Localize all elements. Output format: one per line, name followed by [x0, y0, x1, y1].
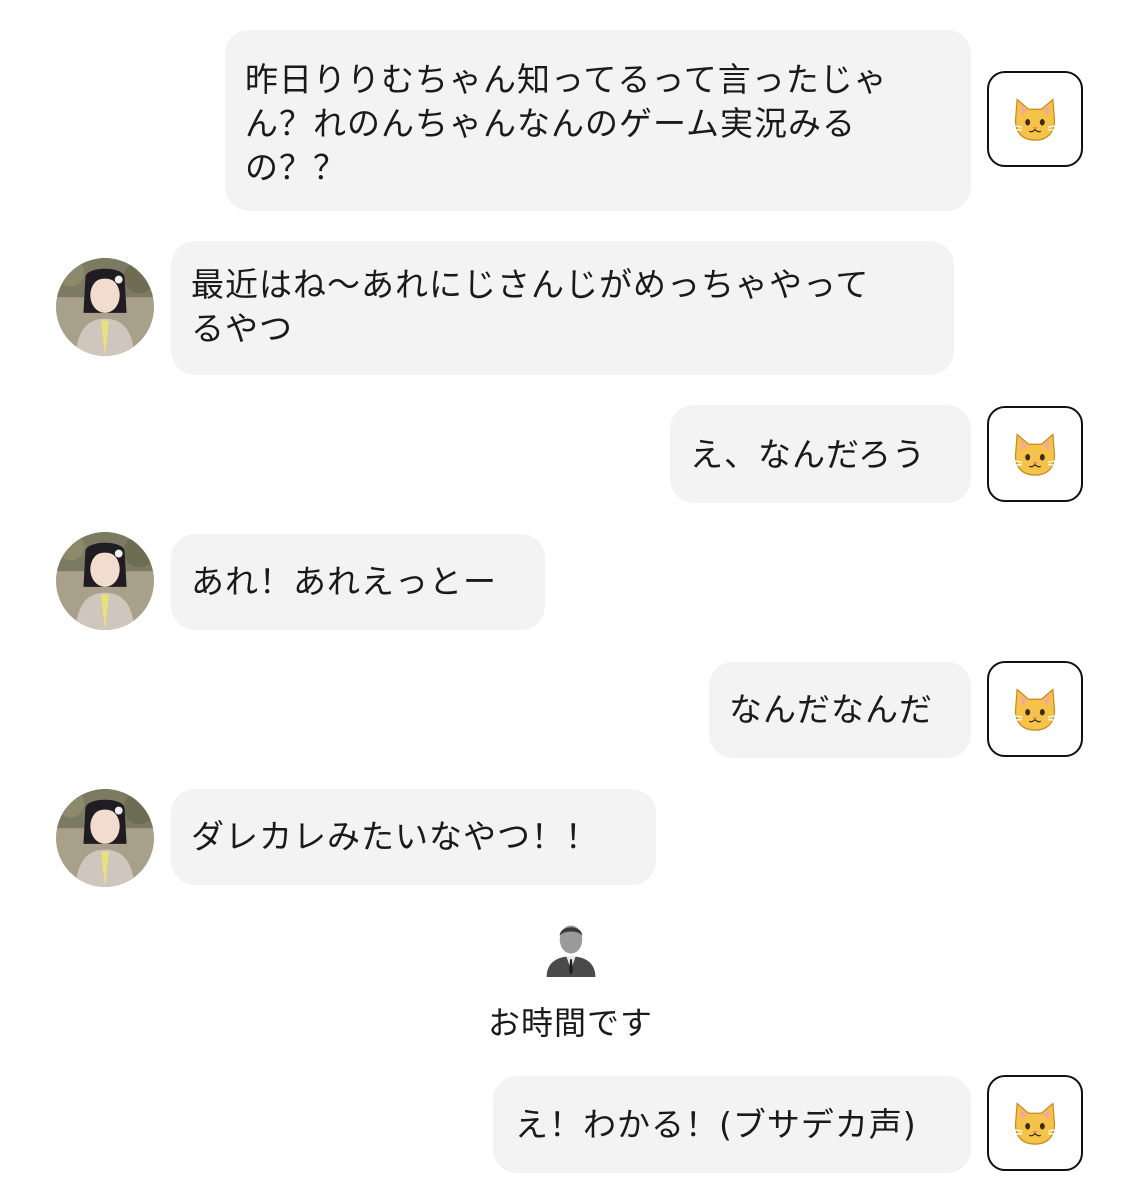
message-bubble: 昨日りりむちゃん知ってるって言ったじゃ ん？れのんちゃんなんのゲーム実況みる の…: [225, 30, 971, 211]
message-bubble: あれ！あれえっとー: [171, 534, 545, 630]
message-bubble: なんだなんだ: [709, 662, 971, 758]
girl-photo-avatar: [56, 532, 154, 630]
person-in-suit-icon: [541, 915, 601, 979]
message-bubble: ダレカレみたいなやつ！！: [171, 789, 656, 885]
user-avatar[interactable]: [987, 406, 1083, 502]
cat-face-icon: [1009, 1097, 1061, 1149]
user-avatar[interactable]: [987, 661, 1083, 757]
girl-photo-avatar: [56, 258, 154, 356]
system-message: お時間です: [487, 1004, 653, 1042]
other-avatar[interactable]: [56, 258, 154, 356]
girl-photo-avatar: [56, 789, 154, 887]
message-bubble: 最近はね〜あれにじさんじがめっちゃやって るやつ: [171, 241, 954, 375]
other-avatar[interactable]: [56, 532, 154, 630]
cat-face-icon: [1009, 683, 1061, 735]
other-avatar[interactable]: [56, 789, 154, 887]
user-avatar[interactable]: [987, 71, 1083, 167]
message-bubble: え、なんだろう: [670, 405, 971, 503]
system-icon-row: [0, 915, 1141, 983]
cat-face-icon: [1009, 93, 1061, 145]
user-avatar[interactable]: [987, 1075, 1083, 1171]
cat-face-icon: [1009, 428, 1061, 480]
message-bubble: え！わかる！(ブサデカ声): [493, 1076, 971, 1173]
